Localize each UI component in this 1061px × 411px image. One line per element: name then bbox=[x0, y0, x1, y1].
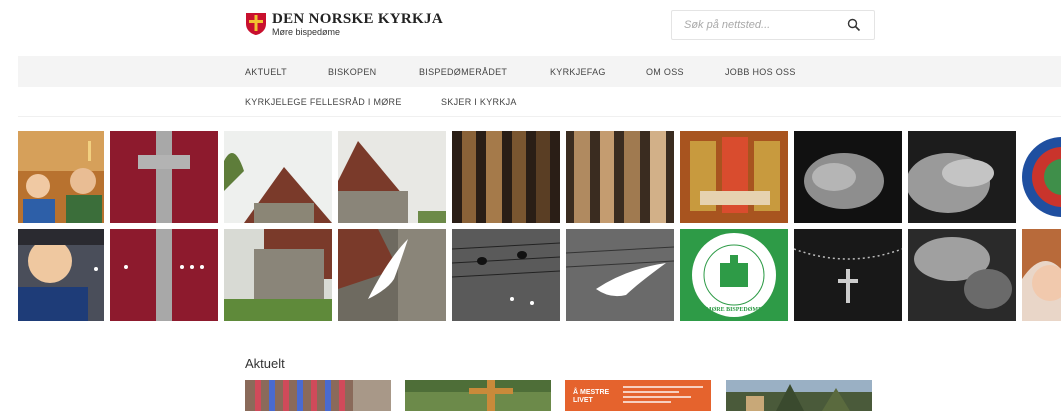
tile-red-cross-2[interactable] bbox=[110, 229, 218, 321]
search-input[interactable] bbox=[672, 11, 842, 39]
news-card-2[interactable] bbox=[405, 380, 551, 411]
nav-item-bispedomeradet[interactable]: BISPEDØMERÅDET bbox=[419, 56, 507, 87]
site-logo[interactable]: DEN NORSKE KYRKJA Møre bispedøme bbox=[245, 12, 443, 38]
nav-item-biskopen[interactable]: BISKOPEN bbox=[328, 56, 376, 87]
news-card-3[interactable]: Å MESTRE LIVET bbox=[565, 380, 711, 411]
tile-dove-church[interactable] bbox=[338, 229, 446, 321]
tile-organ-pipes-2[interactable] bbox=[566, 131, 674, 223]
tile-woman-face[interactable] bbox=[1022, 229, 1061, 321]
tile-old-hands[interactable] bbox=[908, 131, 1016, 223]
nav-item-jobb-hos-oss[interactable]: JOBB HOS OSS bbox=[725, 56, 796, 87]
nav-item-fellesrad[interactable]: KYRKJELEGE FELLESRÅD I MØRE bbox=[245, 87, 402, 116]
search-box bbox=[671, 10, 875, 40]
secondary-nav: KYRKJELEGE FELLESRÅD I MØRE SKJER I KYRK… bbox=[18, 87, 1061, 117]
diocese-ring-text: MØRE BISPEDØME bbox=[705, 307, 763, 313]
brand-title: DEN NORSKE KYRKJA bbox=[272, 11, 443, 27]
tile-stone-church[interactable] bbox=[338, 131, 446, 223]
tile-hands-bw[interactable] bbox=[908, 229, 1016, 321]
brand-subtitle: Møre bispedøme bbox=[272, 27, 341, 37]
tile-altarpiece[interactable] bbox=[680, 131, 788, 223]
tile-red-cross[interactable] bbox=[110, 131, 218, 223]
logo-text: DEN NORSKE KYRKJA Møre bispedøme bbox=[272, 12, 443, 38]
nav-item-kyrkjefag[interactable]: KYRKJEFAG bbox=[550, 56, 606, 87]
search-icon[interactable] bbox=[847, 18, 861, 32]
nav-item-aktuelt[interactable]: AKTUELT bbox=[245, 56, 287, 87]
tile-organ-pipes[interactable] bbox=[452, 131, 560, 223]
tile-praying-hands[interactable] bbox=[794, 131, 902, 223]
news-card-3-label: Å MESTRE LIVET bbox=[573, 389, 610, 404]
tile-stained-glass[interactable] bbox=[1022, 131, 1061, 223]
tile-music-dove[interactable] bbox=[566, 229, 674, 321]
tile-rosary[interactable] bbox=[794, 229, 902, 321]
tile-children-church[interactable] bbox=[18, 131, 104, 223]
news-card-3-text-lines bbox=[623, 386, 703, 406]
section-title-aktuelt: Aktuelt bbox=[245, 356, 285, 371]
tile-church-roof[interactable] bbox=[224, 131, 332, 223]
church-shield-icon bbox=[246, 13, 266, 35]
news-card-4[interactable] bbox=[726, 380, 872, 411]
tile-diocese-logo[interactable]: MØRE BISPEDØME bbox=[680, 229, 788, 321]
tile-sheet-music[interactable] bbox=[452, 229, 560, 321]
hero-image-mosaic: MØRE BISPEDØME bbox=[18, 131, 1061, 321]
tile-churchyard[interactable] bbox=[224, 229, 332, 321]
nav-item-om-oss[interactable]: OM OSS bbox=[646, 56, 684, 87]
main-nav: AKTUELT BISKOPEN BISPEDØMERÅDET KYRKJEFA… bbox=[18, 56, 1061, 87]
nav-item-skjer-i-kyrkja[interactable]: SKJER I KYRKJA bbox=[441, 87, 517, 116]
site-header: DEN NORSKE KYRKJA Møre bispedøme bbox=[0, 0, 1061, 56]
tile-smiling-boy[interactable] bbox=[18, 229, 104, 321]
news-card-1[interactable] bbox=[245, 380, 391, 411]
